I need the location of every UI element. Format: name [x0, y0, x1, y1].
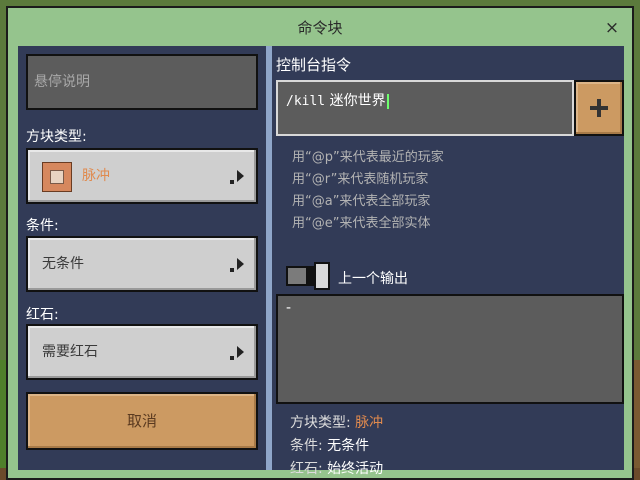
summary-block-type-value: 脉冲: [355, 415, 384, 431]
summary-redstone-label: 红石:: [290, 461, 328, 477]
redstone-dropdown[interactable]: 需要红石: [26, 324, 258, 380]
block-type-label: 方块类型:: [26, 129, 87, 145]
hover-note-input[interactable]: 悬停说明: [26, 54, 258, 110]
chevron-right-icon: [230, 170, 244, 184]
block-type-dropdown[interactable]: 脉冲: [26, 148, 258, 204]
summary-condition: 条件: 无条件: [290, 435, 369, 455]
text-caret: [386, 93, 389, 109]
console-command-label: 控制台指令: [276, 56, 352, 74]
right-panel: 控制台指令 /kill 迷你世界 用“@p”来代表最近的玩家 用“@r”来代表随…: [272, 46, 624, 477]
block-type-value: 脉冲: [82, 168, 110, 184]
cancel-button[interactable]: 取消: [26, 392, 258, 450]
summary-redstone-value: 始终活动: [327, 461, 384, 477]
hint-nearest-player: 用“@p”来代表最近的玩家: [292, 150, 444, 165]
command-block-icon: [42, 162, 72, 192]
output-text: -: [286, 300, 292, 316]
condition-value: 无条件: [42, 256, 84, 272]
summary-block-type-label: 方块类型:: [290, 415, 356, 431]
hint-random-player: 用“@r”来代表随机玩家: [292, 172, 429, 187]
hint-all-entities: 用“@e”来代表全部实体: [292, 216, 431, 231]
summary-condition-label: 条件:: [290, 438, 328, 454]
chevron-right-icon: [230, 346, 244, 360]
hint-all-players: 用“@a”来代表全部玩家: [292, 194, 431, 209]
command-argument: 迷你世界: [325, 93, 386, 109]
left-panel: 悬停说明 方块类型: 脉冲 条件: 无条件 红石: 需要红石 取消: [18, 46, 266, 470]
command-keyword: /kill: [286, 94, 326, 109]
summary-block-type: 方块类型: 脉冲: [290, 412, 383, 432]
condition-dropdown[interactable]: 无条件: [26, 236, 258, 292]
redstone-label: 红石:: [26, 307, 59, 323]
summary-redstone: 红石: 始终活动: [290, 458, 383, 478]
command-input[interactable]: /kill 迷你世界: [276, 80, 574, 136]
command-block-dialog: 命令块 × 悬停说明 方块类型: 脉冲 条件: 无条件 红石: 需要红石 取消 …: [6, 6, 634, 480]
previous-output-box: -: [276, 294, 624, 404]
chevron-right-icon: [230, 258, 244, 272]
previous-output-label: 上一个输出: [338, 271, 408, 287]
previous-output-toggle[interactable]: [286, 262, 330, 290]
title-bar: 命令块 ×: [8, 8, 632, 48]
summary-condition-value: 无条件: [327, 438, 370, 454]
close-icon[interactable]: ×: [600, 16, 624, 40]
dialog-title: 命令块: [297, 19, 343, 37]
redstone-value: 需要红石: [42, 344, 98, 360]
condition-label: 条件:: [26, 218, 59, 234]
plus-icon[interactable]: [574, 80, 624, 136]
